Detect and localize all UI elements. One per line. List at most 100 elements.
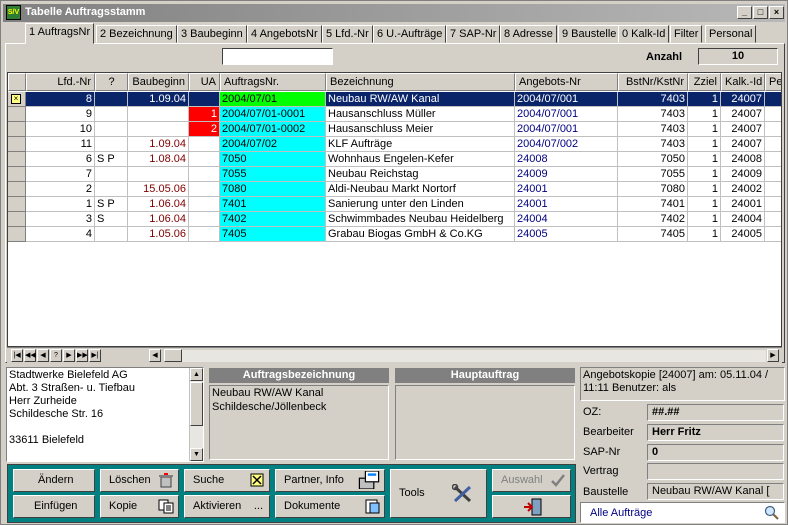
cell-bez[interactable]: Hausanschluss Müller: [326, 107, 515, 122]
cell-nr[interactable]: 7050: [220, 152, 326, 167]
orders-grid[interactable]: Lfd.-Nr ? Baubeginn UA AuftragsNr. Bezei…: [7, 72, 782, 347]
cell-beginn[interactable]: 15.05.06: [128, 182, 189, 197]
col-header-per[interactable]: Per: [765, 73, 781, 91]
aktivieren-button[interactable]: Aktivieren...: [184, 495, 270, 518]
cell-ua[interactable]: [189, 152, 220, 167]
cell-kalk[interactable]: 24001: [721, 197, 765, 212]
help-icon[interactable]: ?: [50, 349, 62, 362]
tab-angebotsnr[interactable]: 4 AngebotsNr: [247, 25, 322, 43]
cell-q[interactable]: [95, 227, 128, 242]
cell-per[interactable]: [765, 92, 781, 107]
scroll-left-icon[interactable]: ◀: [149, 349, 161, 362]
h-scroll-thumb[interactable]: [164, 349, 182, 362]
cell-ua[interactable]: [189, 197, 220, 212]
col-header-zziel[interactable]: Zziel: [688, 73, 721, 91]
cell-q[interactable]: [95, 107, 128, 122]
next-page-icon[interactable]: ▶▶: [76, 349, 88, 362]
magnifier-icon[interactable]: [764, 505, 780, 521]
cell-bez[interactable]: Aldi-Neubau Markt Nortorf: [326, 182, 515, 197]
exit-button[interactable]: [492, 495, 571, 518]
cell-lfd[interactable]: 1: [26, 197, 95, 212]
tab-u-auftraege[interactable]: 6 U.-Aufträge: [373, 25, 447, 43]
tab-adresse[interactable]: 8 Adresse: [500, 25, 557, 43]
cell-z[interactable]: 1: [688, 182, 721, 197]
cell-kalk[interactable]: 24007: [721, 122, 765, 137]
col-header-ua[interactable]: UA: [189, 73, 220, 91]
cell-bst[interactable]: 7403: [618, 92, 688, 107]
cell-lfd[interactable]: 3: [26, 212, 95, 227]
scroll-down-icon[interactable]: ▼: [190, 448, 203, 461]
cell-ang[interactable]: 24009: [515, 167, 618, 182]
cell-ua[interactable]: 2: [189, 122, 220, 137]
cell-nr[interactable]: 2004/07/01: [220, 92, 326, 107]
cell-z[interactable]: 1: [688, 107, 721, 122]
cell-nr[interactable]: 7055: [220, 167, 326, 182]
cell-ang[interactable]: 24001: [515, 182, 618, 197]
cell-beginn[interactable]: 1.06.04: [128, 197, 189, 212]
cell-nr[interactable]: 2004/07/02: [220, 137, 326, 152]
cell-ua[interactable]: [189, 137, 220, 152]
tools-button[interactable]: Tools: [390, 469, 487, 518]
kopie-button[interactable]: Kopie: [100, 495, 179, 518]
cell-q[interactable]: [95, 122, 128, 137]
cell-q[interactable]: S P: [95, 152, 128, 167]
col-header-auftragsnr[interactable]: AuftragsNr.: [220, 73, 326, 91]
cell-ang[interactable]: 2004/07/002: [515, 137, 618, 152]
cell-lfd[interactable]: 11: [26, 137, 95, 152]
cell-z[interactable]: 1: [688, 227, 721, 242]
row-indicator[interactable]: [8, 152, 26, 167]
cell-lfd[interactable]: 9: [26, 107, 95, 122]
dokumente-button[interactable]: Dokumente: [275, 495, 385, 518]
cell-kalk[interactable]: 24007: [721, 137, 765, 152]
cell-kalk[interactable]: 24007: [721, 92, 765, 107]
cell-kalk[interactable]: 24002: [721, 182, 765, 197]
cell-kalk[interactable]: 24004: [721, 212, 765, 227]
cell-beginn[interactable]: [128, 107, 189, 122]
cell-z[interactable]: 1: [688, 167, 721, 182]
cell-per[interactable]: [765, 167, 781, 182]
cell-bst[interactable]: 7403: [618, 107, 688, 122]
cell-per[interactable]: [765, 137, 781, 152]
auswahl-button[interactable]: Auswahl: [492, 469, 571, 492]
row-indicator[interactable]: [8, 227, 26, 242]
partner-info-button[interactable]: Partner, Info: [275, 469, 385, 492]
cell-nr[interactable]: 7080: [220, 182, 326, 197]
cell-ang[interactable]: 24004: [515, 212, 618, 227]
cell-bst[interactable]: 7055: [618, 167, 688, 182]
col-header-bstnr[interactable]: BstNr/KstNr: [618, 73, 688, 91]
cell-z[interactable]: 1: [688, 92, 721, 107]
cell-nr[interactable]: 2004/07/01-0002: [220, 122, 326, 137]
cell-q[interactable]: [95, 182, 128, 197]
cell-bez[interactable]: Sanierung unter den Linden: [326, 197, 515, 212]
tab-auftragsnr[interactable]: 1 AuftragsNr: [25, 23, 95, 44]
cell-q[interactable]: [95, 92, 128, 107]
cell-ang[interactable]: 24001: [515, 197, 618, 212]
col-header-kalk-id[interactable]: Kalk.-Id: [721, 73, 765, 91]
aendern-button[interactable]: Ändern: [13, 469, 95, 492]
cell-bst[interactable]: 7401: [618, 197, 688, 212]
cell-per[interactable]: [765, 122, 781, 137]
cell-per[interactable]: [765, 212, 781, 227]
cell-bst[interactable]: 7405: [618, 227, 688, 242]
cell-nr[interactable]: 7401: [220, 197, 326, 212]
cell-per[interactable]: [765, 152, 781, 167]
cell-ua[interactable]: [189, 212, 220, 227]
cell-ua[interactable]: [189, 227, 220, 242]
search-input[interactable]: [222, 48, 333, 65]
cell-kalk[interactable]: 24005: [721, 227, 765, 242]
prev-record-icon[interactable]: ◀: [37, 349, 49, 362]
cell-ua[interactable]: 1: [189, 107, 220, 122]
col-header-bezeichnung[interactable]: Bezeichnung: [326, 73, 515, 91]
cell-bez[interactable]: Schwimmbades Neubau Heidelberg: [326, 212, 515, 227]
maximize-button[interactable]: □: [753, 6, 768, 19]
cell-bez[interactable]: Neubau RW/AW Kanal: [326, 92, 515, 107]
cell-z[interactable]: 1: [688, 197, 721, 212]
cell-kalk[interactable]: 24007: [721, 107, 765, 122]
h-scroll-track[interactable]: [182, 350, 766, 362]
tab-kalk-id[interactable]: 0 Kalk-Id: [618, 25, 670, 43]
tab-bezeichnung[interactable]: 2 Bezeichnung: [96, 25, 177, 43]
filter-bar[interactable]: Alle Aufträge: [580, 502, 785, 523]
close-button[interactable]: ×: [769, 6, 784, 19]
tab-filter[interactable]: Filter: [670, 25, 703, 43]
cell-beginn[interactable]: [128, 122, 189, 137]
